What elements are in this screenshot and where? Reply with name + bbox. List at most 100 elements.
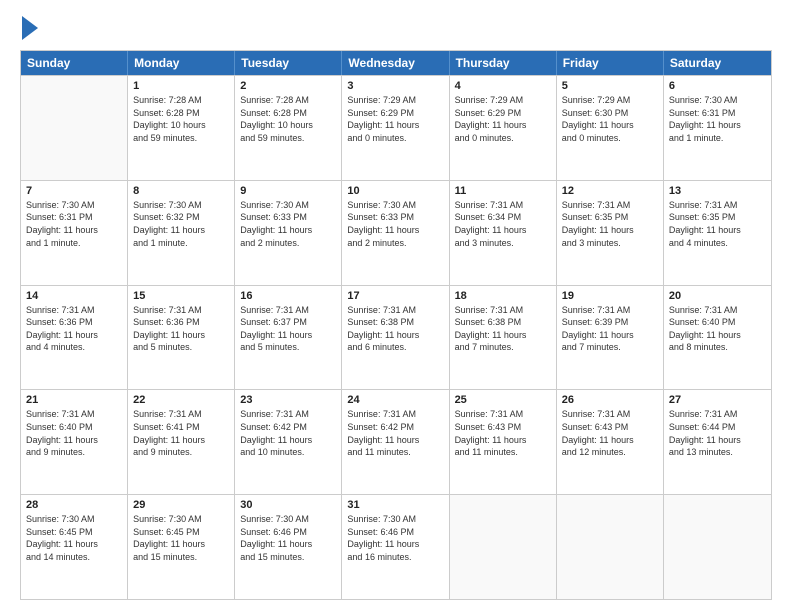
header-cell-saturday: Saturday bbox=[664, 51, 771, 75]
calendar-week-1: 1 Sunrise: 7:28 AM Sunset: 6:28 PM Daylig… bbox=[21, 75, 771, 180]
day-number: 3 bbox=[347, 80, 443, 92]
day-info: Sunrise: 7:30 AM Sunset: 6:46 PM Dayligh… bbox=[240, 513, 336, 563]
day-number: 14 bbox=[26, 290, 122, 302]
calendar-cell: 29Sunrise: 7:30 AM Sunset: 6:45 PM Dayli… bbox=[128, 495, 235, 599]
calendar-cell: 8 Sunrise: 7:30 AM Sunset: 6:32 PM Daylig… bbox=[128, 181, 235, 285]
day-info: Sunrise: 7:31 AM Sunset: 6:44 PM Dayligh… bbox=[669, 408, 766, 458]
day-number: 25 bbox=[455, 394, 551, 406]
day-info: Sunrise: 7:31 AM Sunset: 6:39 PM Dayligh… bbox=[562, 304, 658, 354]
day-info: Sunrise: 7:31 AM Sunset: 6:35 PM Dayligh… bbox=[669, 199, 766, 249]
day-number: 1 bbox=[133, 80, 229, 92]
day-number: 6 bbox=[669, 80, 766, 92]
calendar-header: SundayMondayTuesdayWednesdayThursdayFrid… bbox=[21, 51, 771, 75]
calendar-cell: 14 Sunrise: 7:31 AM Sunset: 6:36 PM Dayli… bbox=[21, 286, 128, 390]
header bbox=[20, 16, 772, 40]
day-info: Sunrise: 7:30 AM Sunset: 6:46 PM Dayligh… bbox=[347, 513, 443, 563]
page: SundayMondayTuesdayWednesdayThursdayFrid… bbox=[0, 0, 792, 612]
calendar-cell bbox=[664, 495, 771, 599]
day-info: Sunrise: 7:29 AM Sunset: 6:29 PM Dayligh… bbox=[347, 94, 443, 144]
day-info: Sunrise: 7:30 AM Sunset: 6:45 PM Dayligh… bbox=[133, 513, 229, 563]
day-info: Sunrise: 7:30 AM Sunset: 6:32 PM Dayligh… bbox=[133, 199, 229, 249]
calendar-cell: 4 Sunrise: 7:29 AM Sunset: 6:29 PM Daylig… bbox=[450, 76, 557, 180]
calendar-cell: 31 Sunrise: 7:30 AM Sunset: 6:46 PM Dayli… bbox=[342, 495, 449, 599]
calendar-cell bbox=[557, 495, 664, 599]
day-number: 20 bbox=[669, 290, 766, 302]
day-info: Sunrise: 7:30 AM Sunset: 6:31 PM Dayligh… bbox=[26, 199, 122, 249]
day-number: 19 bbox=[562, 290, 658, 302]
day-info: Sunrise: 7:28 AM Sunset: 6:28 PM Dayligh… bbox=[240, 94, 336, 144]
day-info: Sunrise: 7:28 AM Sunset: 6:28 PM Dayligh… bbox=[133, 94, 229, 144]
calendar-week-3: 14 Sunrise: 7:31 AM Sunset: 6:36 PM Dayli… bbox=[21, 285, 771, 390]
header-cell-thursday: Thursday bbox=[450, 51, 557, 75]
header-cell-wednesday: Wednesday bbox=[342, 51, 449, 75]
day-info: Sunrise: 7:29 AM Sunset: 6:29 PM Dayligh… bbox=[455, 94, 551, 144]
calendar-cell: 20Sunrise: 7:31 AM Sunset: 6:40 PM Dayli… bbox=[664, 286, 771, 390]
calendar-cell: 13Sunrise: 7:31 AM Sunset: 6:35 PM Dayli… bbox=[664, 181, 771, 285]
day-number: 28 bbox=[26, 499, 122, 511]
calendar-cell: 7 Sunrise: 7:30 AM Sunset: 6:31 PM Daylig… bbox=[21, 181, 128, 285]
calendar-week-2: 7 Sunrise: 7:30 AM Sunset: 6:31 PM Daylig… bbox=[21, 180, 771, 285]
day-info: Sunrise: 7:31 AM Sunset: 6:36 PM Dayligh… bbox=[133, 304, 229, 354]
calendar-cell: 6 Sunrise: 7:30 AM Sunset: 6:31 PM Daylig… bbox=[664, 76, 771, 180]
calendar-cell: 5 Sunrise: 7:29 AM Sunset: 6:30 PM Daylig… bbox=[557, 76, 664, 180]
day-info: Sunrise: 7:31 AM Sunset: 6:38 PM Dayligh… bbox=[455, 304, 551, 354]
calendar-cell: 10Sunrise: 7:30 AM Sunset: 6:33 PM Dayli… bbox=[342, 181, 449, 285]
calendar-cell: 3 Sunrise: 7:29 AM Sunset: 6:29 PM Daylig… bbox=[342, 76, 449, 180]
calendar-cell: 12 Sunrise: 7:31 AM Sunset: 6:35 PM Dayli… bbox=[557, 181, 664, 285]
day-info: Sunrise: 7:31 AM Sunset: 6:43 PM Dayligh… bbox=[562, 408, 658, 458]
day-info: Sunrise: 7:31 AM Sunset: 6:40 PM Dayligh… bbox=[26, 408, 122, 458]
day-number: 26 bbox=[562, 394, 658, 406]
calendar-cell: 24 Sunrise: 7:31 AM Sunset: 6:42 PM Dayli… bbox=[342, 390, 449, 494]
day-info: Sunrise: 7:30 AM Sunset: 6:45 PM Dayligh… bbox=[26, 513, 122, 563]
header-cell-sunday: Sunday bbox=[21, 51, 128, 75]
calendar-cell: 19 Sunrise: 7:31 AM Sunset: 6:39 PM Dayli… bbox=[557, 286, 664, 390]
logo-arrow-icon bbox=[22, 16, 38, 40]
calendar-cell: 9 Sunrise: 7:30 AM Sunset: 6:33 PM Daylig… bbox=[235, 181, 342, 285]
day-number: 31 bbox=[347, 499, 443, 511]
day-number: 22 bbox=[133, 394, 229, 406]
day-number: 27 bbox=[669, 394, 766, 406]
calendar-cell: 21Sunrise: 7:31 AM Sunset: 6:40 PM Dayli… bbox=[21, 390, 128, 494]
day-info: Sunrise: 7:31 AM Sunset: 6:38 PM Dayligh… bbox=[347, 304, 443, 354]
day-info: Sunrise: 7:29 AM Sunset: 6:30 PM Dayligh… bbox=[562, 94, 658, 144]
day-info: Sunrise: 7:31 AM Sunset: 6:42 PM Dayligh… bbox=[347, 408, 443, 458]
header-cell-friday: Friday bbox=[557, 51, 664, 75]
calendar-cell: 1 Sunrise: 7:28 AM Sunset: 6:28 PM Daylig… bbox=[128, 76, 235, 180]
day-number: 24 bbox=[347, 394, 443, 406]
calendar-cell: 28 Sunrise: 7:30 AM Sunset: 6:45 PM Dayli… bbox=[21, 495, 128, 599]
calendar-cell: 22Sunrise: 7:31 AM Sunset: 6:41 PM Dayli… bbox=[128, 390, 235, 494]
day-number: 8 bbox=[133, 185, 229, 197]
day-info: Sunrise: 7:30 AM Sunset: 6:33 PM Dayligh… bbox=[240, 199, 336, 249]
day-info: Sunrise: 7:31 AM Sunset: 6:37 PM Dayligh… bbox=[240, 304, 336, 354]
day-number: 16 bbox=[240, 290, 336, 302]
calendar-cell: 25Sunrise: 7:31 AM Sunset: 6:43 PM Dayli… bbox=[450, 390, 557, 494]
day-info: Sunrise: 7:31 AM Sunset: 6:35 PM Dayligh… bbox=[562, 199, 658, 249]
day-number: 5 bbox=[562, 80, 658, 92]
day-info: Sunrise: 7:30 AM Sunset: 6:31 PM Dayligh… bbox=[669, 94, 766, 144]
calendar-cell: 16 Sunrise: 7:31 AM Sunset: 6:37 PM Dayli… bbox=[235, 286, 342, 390]
day-number: 12 bbox=[562, 185, 658, 197]
day-number: 17 bbox=[347, 290, 443, 302]
logo bbox=[20, 16, 38, 40]
calendar-cell bbox=[21, 76, 128, 180]
day-number: 7 bbox=[26, 185, 122, 197]
header-cell-monday: Monday bbox=[128, 51, 235, 75]
calendar-cell: 18 Sunrise: 7:31 AM Sunset: 6:38 PM Dayli… bbox=[450, 286, 557, 390]
day-number: 23 bbox=[240, 394, 336, 406]
calendar-week-4: 21Sunrise: 7:31 AM Sunset: 6:40 PM Dayli… bbox=[21, 389, 771, 494]
day-number: 11 bbox=[455, 185, 551, 197]
calendar-cell: 26 Sunrise: 7:31 AM Sunset: 6:43 PM Dayli… bbox=[557, 390, 664, 494]
calendar-cell: 23Sunrise: 7:31 AM Sunset: 6:42 PM Dayli… bbox=[235, 390, 342, 494]
day-number: 4 bbox=[455, 80, 551, 92]
day-number: 2 bbox=[240, 80, 336, 92]
calendar-cell: 2 Sunrise: 7:28 AM Sunset: 6:28 PM Daylig… bbox=[235, 76, 342, 180]
day-number: 15 bbox=[133, 290, 229, 302]
calendar-cell: 27 Sunrise: 7:31 AM Sunset: 6:44 PM Dayli… bbox=[664, 390, 771, 494]
day-info: Sunrise: 7:31 AM Sunset: 6:34 PM Dayligh… bbox=[455, 199, 551, 249]
calendar-cell bbox=[450, 495, 557, 599]
day-number: 9 bbox=[240, 185, 336, 197]
calendar-cell: 17 Sunrise: 7:31 AM Sunset: 6:38 PM Dayli… bbox=[342, 286, 449, 390]
day-number: 18 bbox=[455, 290, 551, 302]
calendar: SundayMondayTuesdayWednesdayThursdayFrid… bbox=[20, 50, 772, 600]
day-info: Sunrise: 7:31 AM Sunset: 6:36 PM Dayligh… bbox=[26, 304, 122, 354]
